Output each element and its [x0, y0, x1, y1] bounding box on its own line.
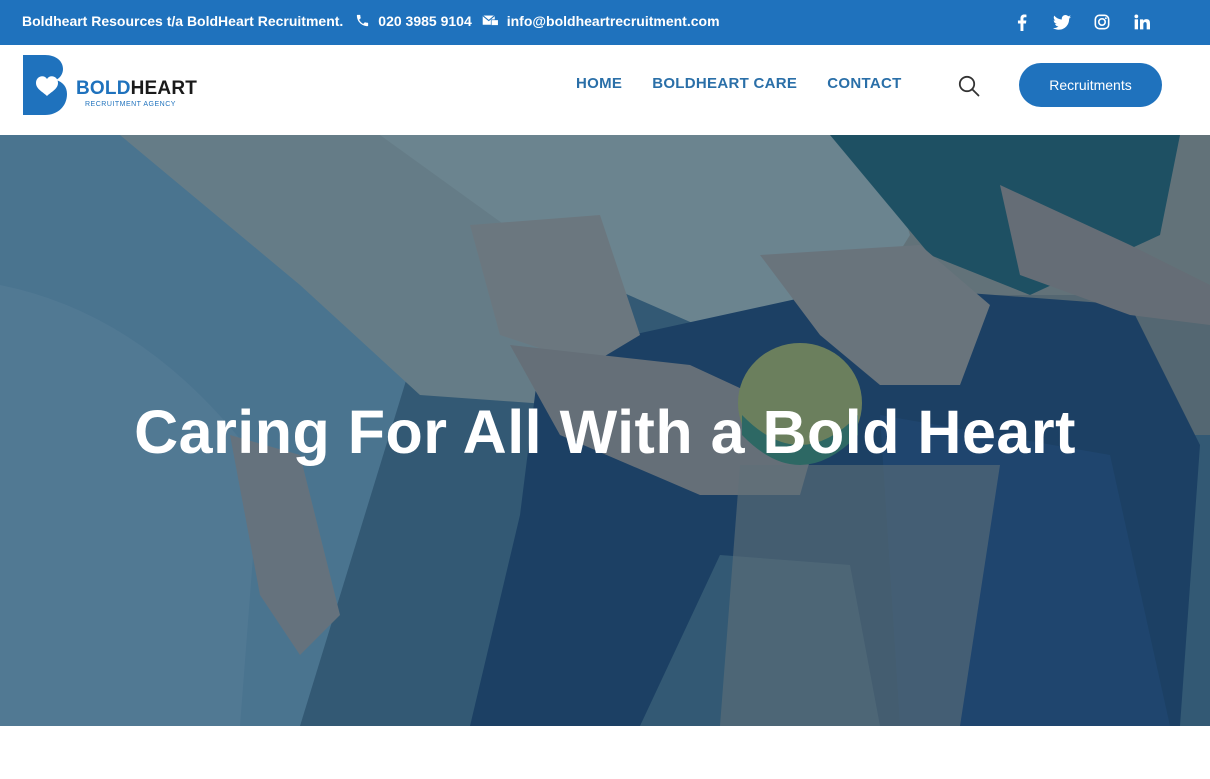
- email-icon: [482, 12, 500, 30]
- nav-contact[interactable]: CONTACT: [827, 75, 901, 92]
- logo-tagline: RECRUITMENT AGENCY: [85, 101, 176, 108]
- logo-wordmark: BOLDHEART: [76, 78, 198, 99]
- instagram-icon[interactable]: [1082, 11, 1122, 33]
- page-bottom: [0, 726, 1210, 779]
- logo-mark-icon: [23, 55, 67, 115]
- top-bar: Boldheart Resources t/a BoldHeart Recrui…: [0, 0, 1210, 45]
- linkedin-icon[interactable]: [1122, 11, 1162, 33]
- contact-info: Boldheart Resources t/a BoldHeart Recrui…: [22, 0, 720, 41]
- site-header: BOLDHEART RECRUITMENT AGENCY HOME BOLDHE…: [0, 45, 1210, 135]
- recruitments-button[interactable]: Recruitments: [1019, 63, 1162, 107]
- email-link[interactable]: info@boldheartrecruitment.com: [507, 13, 720, 29]
- phone-link[interactable]: 020 3985 9104: [378, 13, 471, 29]
- social-links: [1002, 11, 1162, 33]
- phone-icon: [353, 12, 371, 30]
- hero-title: Caring For All With a Bold Heart: [134, 398, 1076, 466]
- nav-home[interactable]: HOME: [576, 75, 622, 92]
- main-nav: HOME BOLDHEART CARE CONTACT: [576, 75, 902, 92]
- logo[interactable]: BOLDHEART RECRUITMENT AGENCY: [23, 55, 198, 115]
- facebook-icon[interactable]: [1002, 11, 1042, 33]
- twitter-icon[interactable]: [1042, 11, 1082, 33]
- hero-banner: Caring For All With a Bold Heart: [0, 135, 1210, 726]
- search-icon[interactable]: [958, 75, 980, 97]
- nav-boldheart-care[interactable]: BOLDHEART CARE: [652, 75, 797, 92]
- company-name: Boldheart Resources t/a BoldHeart Recrui…: [22, 12, 344, 29]
